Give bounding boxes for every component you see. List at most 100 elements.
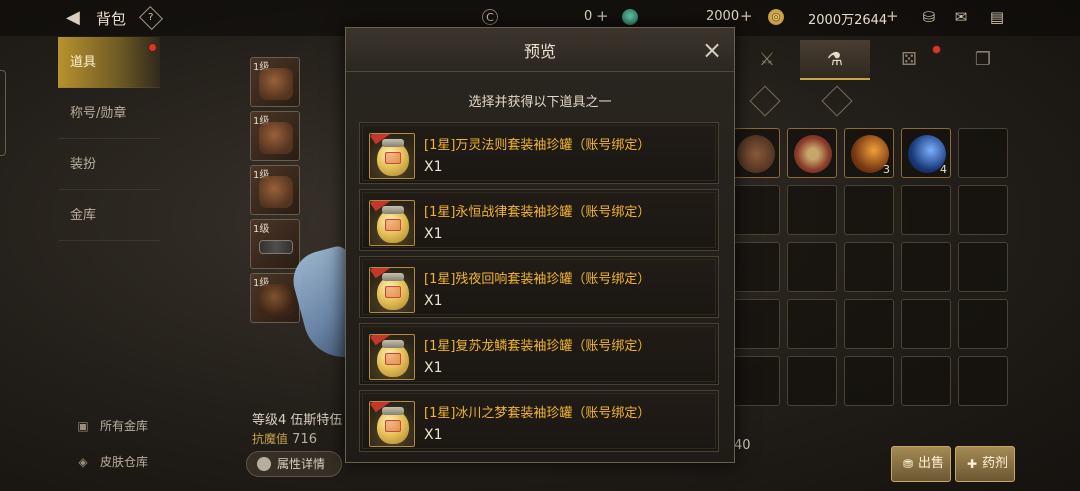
inventory-tabs: ⚔ ⚗ ⚄ ❐ (722, 40, 1022, 82)
inventory-slot[interactable] (958, 128, 1008, 178)
reward-name: [1星]复苏龙鳞套装袖珍罐（账号绑定） (424, 339, 651, 354)
inventory-slot[interactable] (958, 242, 1008, 292)
tab-equipment[interactable]: ⚔ (732, 40, 802, 80)
reward-quantity: X1 (424, 159, 443, 175)
stat-label: 抗魔值 (252, 432, 289, 446)
dialog-title: 预览 (523, 42, 556, 61)
skin-warehouse-icon: ◈ (78, 455, 88, 469)
inventory-slot[interactable] (958, 356, 1008, 406)
inventory-slot[interactable]: 4 (901, 128, 951, 178)
subtab-star[interactable] (749, 85, 781, 117)
tab-cards[interactable]: ❐ (948, 40, 1018, 80)
inventory-slot[interactable] (958, 299, 1008, 349)
sidebar-item-titles-medals[interactable]: 称号/勋章 (58, 88, 160, 139)
inventory-slot[interactable] (901, 299, 951, 349)
inventory-slot[interactable] (730, 128, 780, 178)
skin-warehouse-link[interactable]: ◈ 皮肤仓库 (72, 453, 148, 471)
equip-slot-belt[interactable]: 1级 (250, 219, 300, 269)
inventory-slot[interactable] (787, 356, 837, 406)
belt-icon (259, 240, 293, 254)
subtab-diamond[interactable] (821, 85, 853, 117)
inventory-slot[interactable] (844, 242, 894, 292)
inventory-slot[interactable] (901, 242, 951, 292)
inventory-slot[interactable] (730, 356, 780, 406)
sidebar-item-label: 装扮 (70, 157, 97, 172)
item-count: 3 (883, 163, 890, 176)
sidebar-item-outfits[interactable]: 装扮 (58, 139, 160, 190)
preview-dialog: 预览 × 选择并获得以下道具之一 [1星]万灵法则套装袖珍罐（账号绑定） X1 … (345, 27, 735, 463)
reward-option[interactable]: [1星]复苏龙鳞套装袖珍罐（账号绑定） X1 (359, 323, 719, 385)
back-arrow-icon[interactable]: ◀ (66, 8, 90, 28)
sidebar-item-label: 道具 (70, 55, 97, 70)
pot-icon[interactable]: ⛁ (918, 8, 940, 26)
currency-gold-value: 2000万2644 (808, 13, 888, 28)
equip-slot-chest[interactable]: 1级 (250, 165, 300, 215)
equip-slot-shoulder[interactable]: 1级 (250, 111, 300, 161)
shield-icon: ⚔ (758, 49, 776, 70)
sidebar-menu: 道具 称号/勋章 装扮 金库 (58, 37, 160, 241)
page-title: 背包 (96, 10, 127, 28)
add-gold-button[interactable]: + (886, 7, 899, 25)
mail-icon[interactable]: ✉ (950, 8, 972, 26)
inventory-slot[interactable] (730, 242, 780, 292)
potion-label: 药剂 (981, 456, 1008, 471)
add-crystal-button[interactable]: + (740, 7, 753, 25)
pocket-jar-icon (369, 200, 415, 246)
reward-option[interactable]: [1星]残夜回响套装袖珍罐（账号绑定） X1 (359, 256, 719, 318)
sell-button[interactable]: ⛃ 出售 (891, 446, 951, 482)
stat-value: 716 (292, 432, 317, 447)
reward-name: [1星]冰川之梦套装袖珍罐（账号绑定） (424, 406, 651, 421)
attribute-details-button[interactable]: 属性详情 (246, 451, 342, 477)
skin-warehouse-label: 皮肤仓库 (100, 455, 149, 469)
chat-icon[interactable]: ▤ (986, 8, 1008, 26)
dialog-header: 预览 × (346, 28, 734, 72)
reward-option[interactable]: [1星]冰川之梦套装袖珍罐（账号绑定） X1 (359, 390, 719, 452)
reward-option[interactable]: [1星]永恒战律套装袖珍罐（账号绑定） X1 (359, 189, 719, 251)
chest-item-icon (737, 135, 775, 173)
inventory-slot[interactable] (730, 299, 780, 349)
currency-c-value: 0 (584, 9, 593, 24)
cards-icon: ❐ (974, 49, 992, 70)
inventory-slot[interactable] (901, 356, 951, 406)
inventory-slot[interactable] (958, 185, 1008, 235)
potion-button[interactable]: ✚ 药剂 (955, 446, 1015, 482)
chest-armor-icon (259, 176, 293, 208)
reward-quantity: X1 (424, 427, 443, 443)
inventory-slot[interactable] (787, 128, 837, 178)
inventory-slot[interactable] (730, 185, 780, 235)
reward-list[interactable]: [1星]万灵法则套装袖珍罐（账号绑定） X1 [1星]永恒战律套装袖珍罐（账号绑… (359, 122, 721, 456)
add-c-coin-button[interactable]: + (596, 7, 609, 25)
attribute-icon (257, 457, 271, 471)
side-drawer-handle[interactable] (0, 70, 6, 156)
reward-name: [1星]残夜回响套装袖珍罐（账号绑定） (424, 272, 651, 287)
attribute-details-label: 属性详情 (277, 457, 326, 471)
sidebar-item-label: 称号/勋章 (70, 106, 127, 121)
sidebar-item-items[interactable]: 道具 (58, 37, 160, 88)
reward-quantity: X1 (424, 360, 443, 376)
inventory-slot[interactable] (844, 299, 894, 349)
character-stat: 抗魔值 716 (252, 430, 317, 447)
sidebar-item-vault[interactable]: 金库 (58, 190, 160, 241)
tab-consumables[interactable]: ⚗ (800, 40, 870, 80)
helmet-icon (259, 68, 293, 100)
currency-crystal-value: 2000 (706, 9, 740, 24)
reward-quantity: X1 (424, 293, 443, 309)
inventory-slot[interactable]: 3 (844, 128, 894, 178)
vault-icon: ▣ (77, 419, 89, 433)
close-icon[interactable]: × (700, 38, 724, 62)
inventory-slot[interactable] (901, 185, 951, 235)
reward-option[interactable]: [1星]万灵法则套装袖珍罐（账号绑定） X1 (359, 122, 719, 184)
inventory-capacity: 40 (734, 438, 751, 453)
inventory-slot[interactable] (787, 185, 837, 235)
potion-icon: ⚗ (826, 49, 844, 70)
boots-icon (259, 284, 293, 316)
equip-slot-helmet[interactable]: 1级 (250, 57, 300, 107)
inventory-slot[interactable] (844, 356, 894, 406)
all-vaults-link[interactable]: ▣ 所有金库 (72, 417, 148, 435)
inventory-slot[interactable] (787, 242, 837, 292)
coins-icon: ⛃ (902, 457, 913, 471)
inventory-slot[interactable] (787, 299, 837, 349)
help-button[interactable]: ? (138, 5, 164, 31)
inventory-slot[interactable] (844, 185, 894, 235)
reward-quantity: X1 (424, 226, 443, 242)
